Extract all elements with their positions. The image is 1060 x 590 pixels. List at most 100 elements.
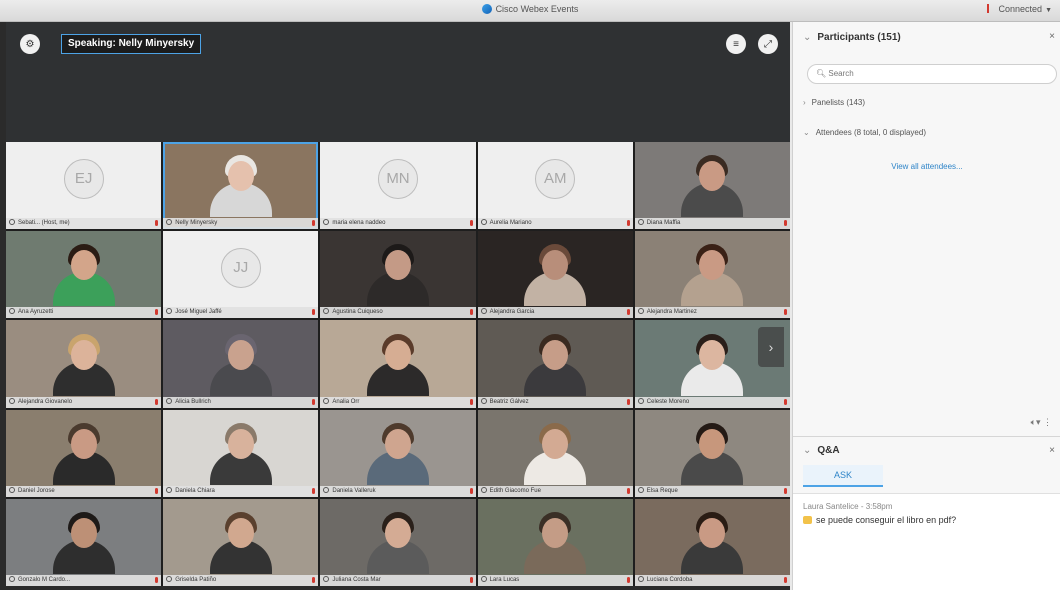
participant-tile[interactable]: Daniela Valleruk [320, 409, 476, 497]
muted-mic-icon [469, 576, 473, 583]
muted-mic-icon [626, 398, 630, 405]
attendees-group[interactable]: ⌄ Attendees (8 total, 0 displayed) [803, 128, 926, 137]
muted-mic-icon [469, 487, 473, 494]
participant-nameplate: Griselda Patiño [163, 574, 319, 586]
participant-name: Celeste Moreno [646, 398, 690, 405]
participant-tile[interactable]: JJ José Miguel Jaffé [163, 231, 319, 319]
close-icon[interactable]: × [1049, 445, 1055, 456]
right-panel: ⌄ Participants (151) × 🔍︎ Search › Panelis… [792, 22, 1060, 590]
participant-status-icon [323, 219, 330, 226]
qa-question[interactable]: se puede conseguir el libro en pdf? [793, 511, 1060, 525]
participant-nameplate: Alejandra Martinez [634, 307, 790, 319]
chevron-down-icon[interactable]: ⌄ [803, 445, 811, 456]
participant-video-face [227, 339, 254, 370]
participant-name: Analia Orr [332, 398, 360, 405]
participant-status-icon [637, 486, 644, 493]
participant-tile[interactable]: Alejandra Giovanelo [6, 320, 162, 408]
participant-nameplate: Nelly Minyersky [163, 218, 319, 230]
speaking-indicator: Speaking: Nelly Minyersky [61, 34, 202, 54]
participant-video-face [699, 517, 726, 548]
participant-tile[interactable]: Nelly Minyersky [163, 142, 319, 230]
participant-status-icon [166, 397, 173, 404]
chevron-right-icon: › [803, 98, 806, 107]
muted-mic-icon [155, 309, 159, 316]
participant-nameplate: Daniel Jorose [6, 485, 162, 497]
participant-tile[interactable]: Diana Maffia [634, 142, 790, 230]
participant-nameplate: Diana Maffia [634, 218, 790, 230]
chevron-down-icon[interactable]: ⌄ [803, 32, 811, 43]
participant-tile[interactable]: Gonzalo M Cardo... [6, 498, 162, 586]
mute-all-button[interactable]: 🔈︎▾ [1031, 417, 1041, 427]
participant-tile[interactable]: MN maria elena naddeo [320, 142, 476, 230]
participant-nameplate: José Miguel Jaffé [163, 307, 319, 319]
participant-name: Daniela Valleruk [332, 487, 376, 494]
participant-tile[interactable]: Alejandra Martinez [634, 231, 790, 319]
muted-mic-icon [626, 309, 630, 316]
participant-tile[interactable]: Daniela Chiara [163, 409, 319, 497]
participant-tile[interactable]: Ana Ayruzetti [6, 231, 162, 319]
muted-mic-icon [783, 576, 787, 583]
participant-tile[interactable]: Griselda Patiño [163, 498, 319, 586]
participant-tile[interactable]: Alicia Bullrich [163, 320, 319, 408]
participant-nameplate: Juliana Costa Mar [320, 574, 476, 586]
grid-view-button[interactable]: ≡ [726, 34, 746, 54]
participant-tile[interactable]: Agustina Cuiqueso [320, 231, 476, 319]
participant-tile[interactable]: Daniel Jorose [6, 409, 162, 497]
participant-tile[interactable]: Juliana Costa Mar [320, 498, 476, 586]
muted-mic-icon [626, 576, 630, 583]
participant-status-icon [480, 575, 487, 582]
participant-avatar: JJ [220, 247, 261, 288]
participant-tile[interactable]: Edith Giacomo Fue [477, 409, 633, 497]
connection-status[interactable]: Connected ▼ [986, 4, 1052, 14]
search-icon: 🔍︎ [816, 69, 827, 78]
participant-nameplate: Sebati... (Host, me) [6, 218, 162, 230]
participant-tile[interactable]: Lara Lucas [477, 498, 633, 586]
title-bar: Cisco Webex Events Connected ▼ [0, 0, 1060, 22]
participant-nameplate: Gonzalo M Cardo... [6, 574, 162, 586]
search-input[interactable]: 🔍︎ Search [807, 64, 1057, 84]
more-options-icon[interactable]: ⋮ [1043, 417, 1052, 427]
view-all-attendees-link[interactable]: View all attendees... [793, 162, 1060, 171]
participant-name: Aurelia Mariano [489, 220, 532, 227]
participant-status-icon [323, 575, 330, 582]
participant-tile[interactable]: Luciana Cordoba [634, 498, 790, 586]
participant-nameplate: Lara Lucas [477, 574, 633, 586]
participant-name: Gonzalo M Cardo... [18, 576, 71, 583]
participant-tile[interactable]: Analia Orr [320, 320, 476, 408]
chevron-right-icon: › [768, 339, 774, 355]
participant-video-face [227, 517, 254, 548]
participant-status-icon [637, 397, 644, 404]
close-icon[interactable]: × [1049, 31, 1055, 42]
exit-fullscreen-button[interactable]: ⤢ [758, 34, 778, 54]
next-page-button[interactable]: › [758, 327, 784, 367]
participant-status-icon [480, 308, 487, 315]
participant-name: Beatriz Gálvez [489, 398, 529, 405]
participant-nameplate: Alejandra Garcia [477, 307, 633, 319]
muted-mic-icon [155, 398, 159, 405]
participant-tile[interactable]: Alejandra Garcia [477, 231, 633, 319]
participant-name: Lara Lucas [489, 576, 520, 583]
participant-status-icon [637, 219, 644, 226]
participant-tile[interactable]: Elsa Reque [634, 409, 790, 497]
participant-video-face [70, 428, 97, 459]
tab-ask[interactable]: ASK [803, 465, 883, 487]
muted-mic-icon [783, 487, 787, 494]
fullscreen-icon: ⤢ [764, 38, 772, 50]
qa-title: Q&A [817, 445, 840, 456]
participant-name: José Miguel Jaffé [175, 309, 222, 316]
participant-name: Elsa Reque [646, 487, 678, 494]
participant-video-face [699, 161, 726, 192]
panel-tools: 🔈︎▾ ⋮ [1031, 417, 1052, 428]
participant-tile[interactable]: EJ Sebati... (Host, me) [6, 142, 162, 230]
participant-nameplate: Daniela Chiara [163, 485, 319, 497]
participant-video-face [542, 339, 569, 370]
search-placeholder: Search [828, 69, 854, 78]
participant-tile[interactable]: Beatriz Gálvez [477, 320, 633, 408]
participant-tile[interactable]: AM Aurelia Mariano [477, 142, 633, 230]
participant-nameplate: Celeste Moreno [634, 396, 790, 408]
panelists-label: Panelists (143) [811, 98, 866, 107]
layout-menu-button[interactable]: ⚙ [20, 34, 40, 54]
muted-mic-icon [155, 576, 159, 583]
list-icon: ≡ [733, 38, 739, 50]
panelists-group[interactable]: › Panelists (143) [803, 98, 865, 107]
